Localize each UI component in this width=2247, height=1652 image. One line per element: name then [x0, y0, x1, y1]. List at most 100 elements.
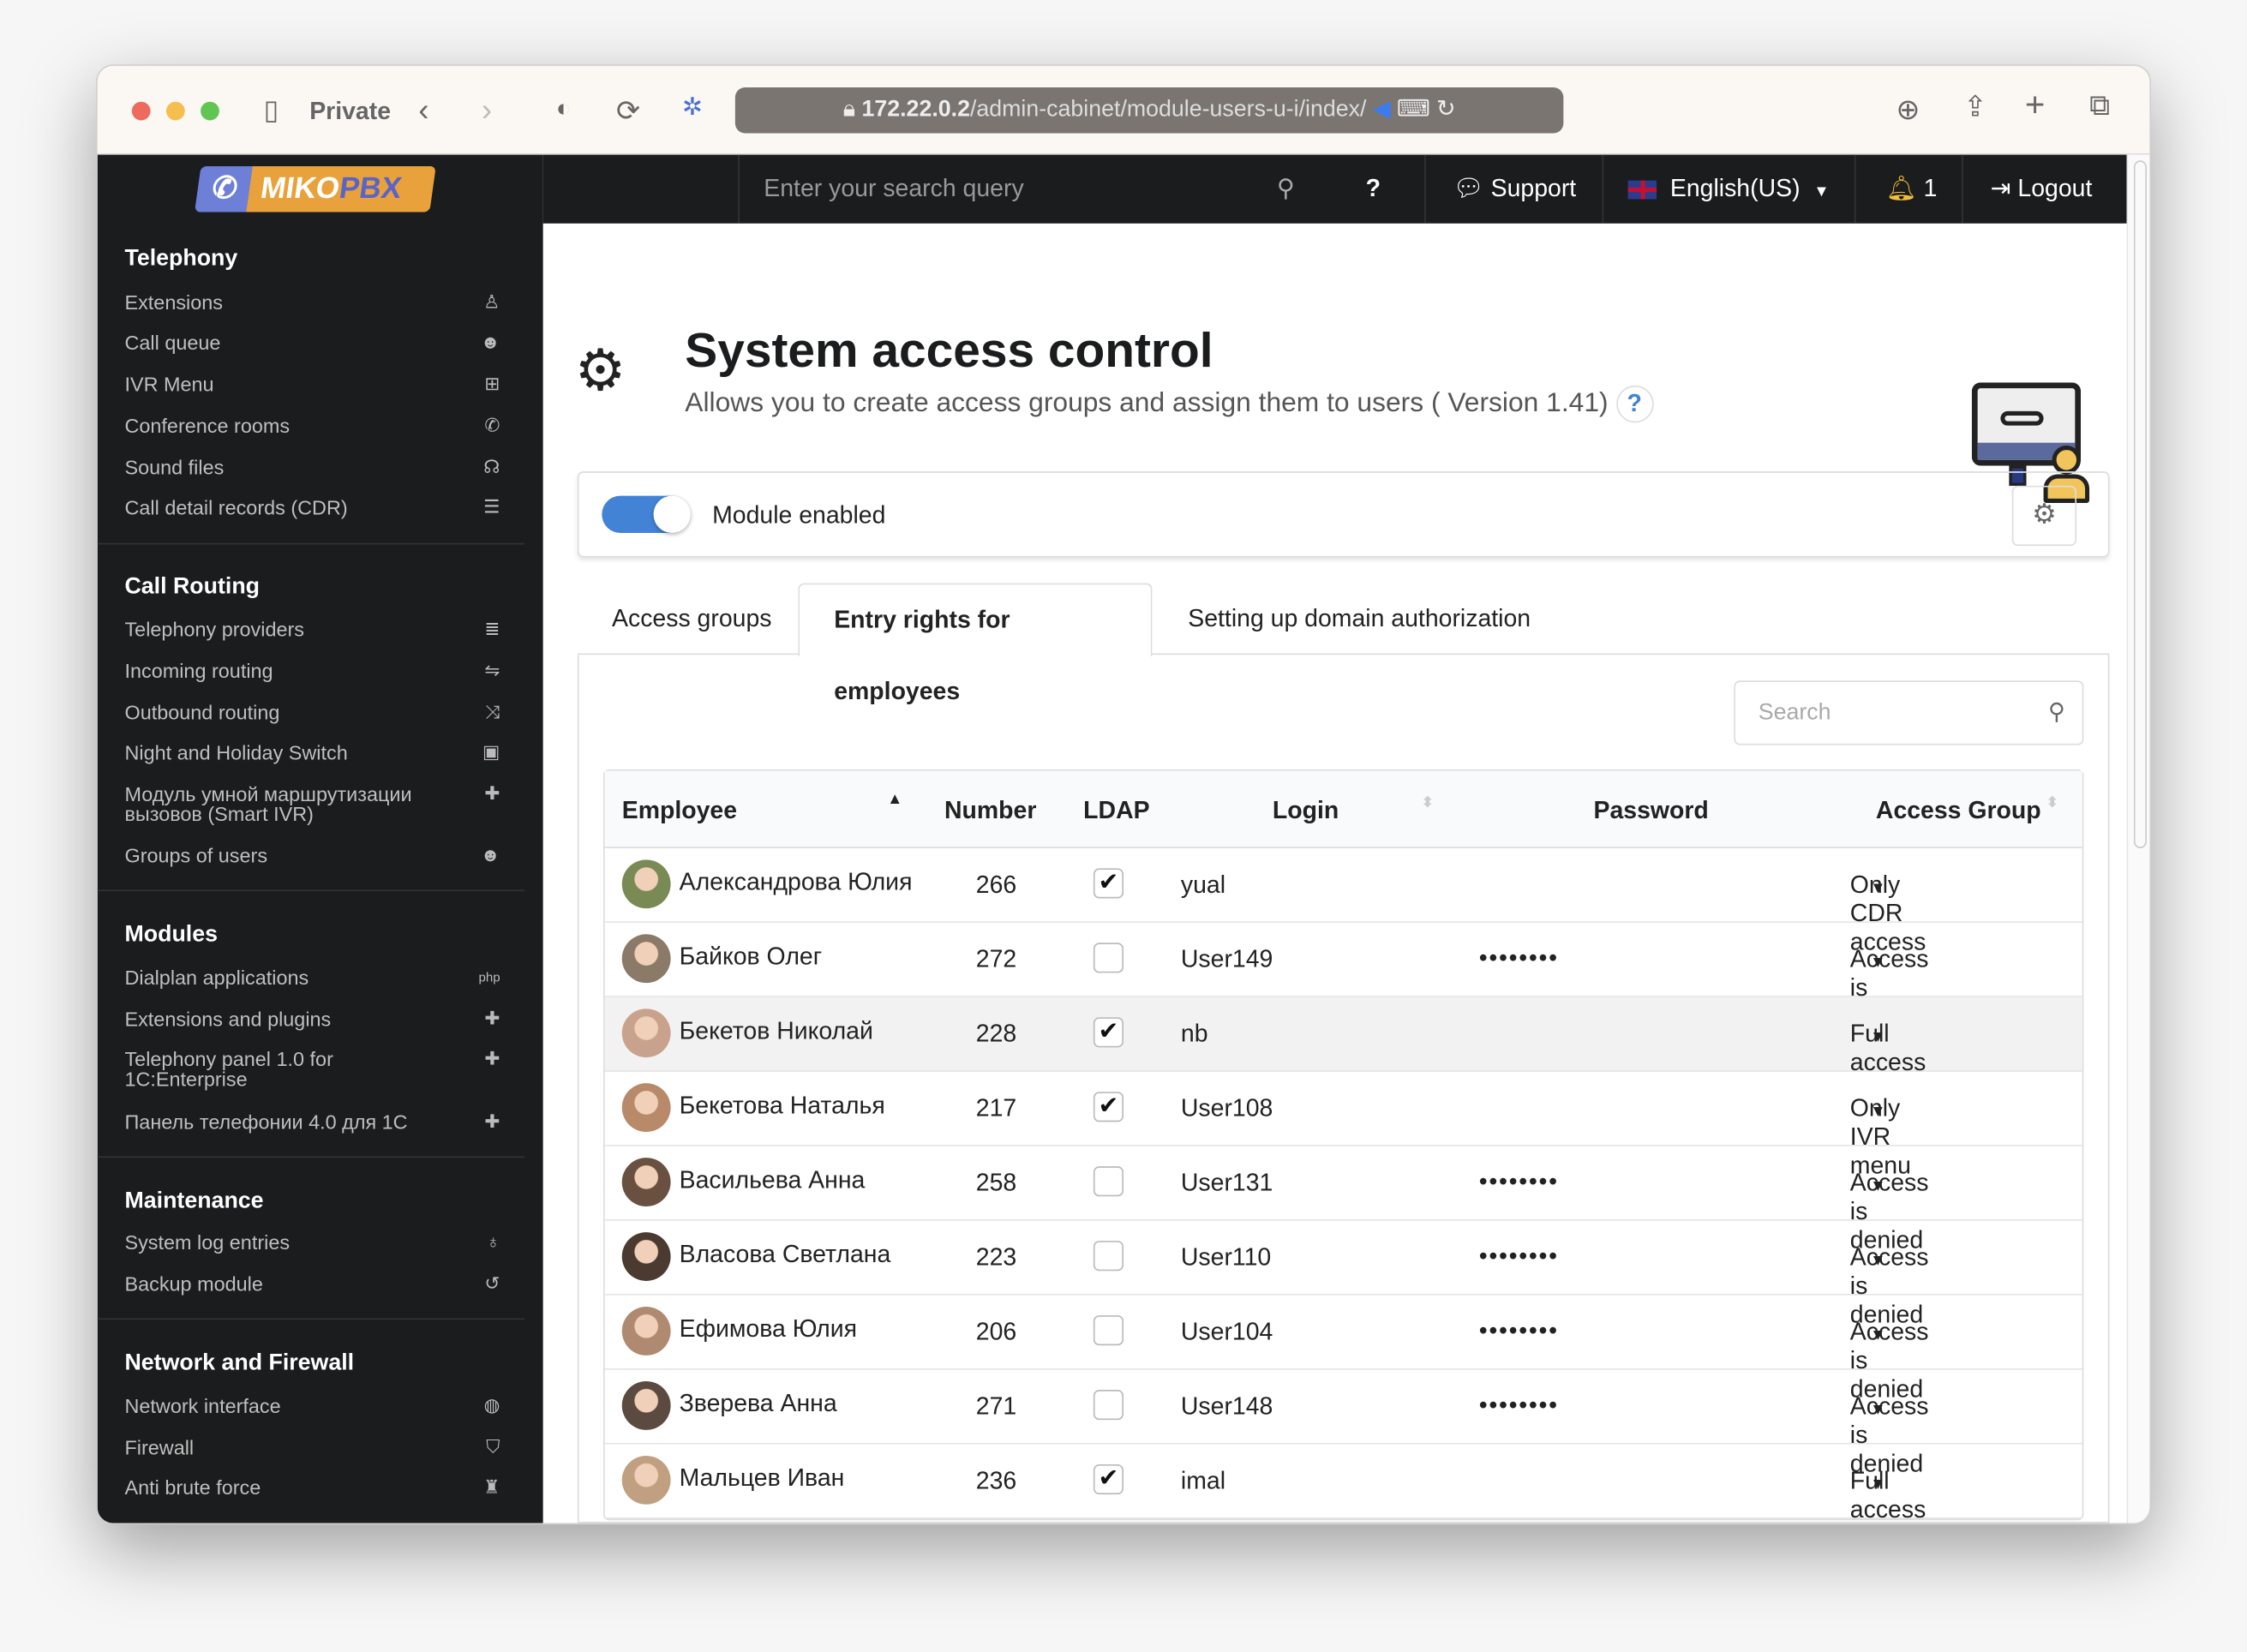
table-row[interactable]: Бекетова Наталья 217 ✔ User108 Only IVR menu…	[604, 1072, 2082, 1180]
translate-icon[interactable]: ⌨	[1397, 98, 1430, 122]
tabs-overview-icon[interactable]: ⧉	[2089, 90, 2110, 123]
refresh-icon[interactable]: ↻	[1436, 98, 1455, 122]
reload-timer-icon[interactable]: ⟳	[616, 93, 640, 129]
sidebar-item-telephony-providers[interactable]: Telephony providers ≣	[124, 619, 500, 639]
bug-icon[interactable]: ✲	[682, 93, 703, 122]
sidebar-item-conference-rooms[interactable]: Conference rooms ✆	[124, 415, 500, 435]
shield-icon[interactable]: ◐	[556, 94, 571, 123]
table-row[interactable]: Александрова Юлия 266 ✔ yual Only CDR access…	[604, 848, 2082, 956]
access-group-dropdown[interactable]: Full access ▼	[1850, 1467, 1926, 1523]
search-icon[interactable]: ⚲	[1277, 175, 1295, 203]
sort-icon[interactable]: ⬍	[1422, 795, 1434, 811]
extension-number: 271	[975, 1392, 1017, 1421]
logout-button[interactable]: ⇥ Logout	[1991, 175, 2093, 203]
ldap-checkbox[interactable]	[1093, 943, 1124, 973]
users-icon: ☻	[480, 331, 500, 353]
tab-access-groups[interactable]: Access groups	[578, 584, 806, 656]
ldap-checkbox[interactable]	[1093, 1315, 1124, 1346]
sidebar-item-outbound-routing[interactable]: Outbound routing ⤨	[124, 702, 500, 722]
sidebar-item-sound-files[interactable]: Sound files ☊	[124, 457, 500, 477]
sidebar-item-telephony-panel-1-0-for-1c-enterprise[interactable]: Telephony panel 1.0 for 1C:Enterprise ✚	[124, 1047, 500, 1091]
audio-icon[interactable]: ◀	[1373, 98, 1391, 122]
ldap-checkbox[interactable]: ✔	[1093, 1092, 1124, 1122]
sidebar-item-firewall[interactable]: Firewall ⛉	[124, 1436, 500, 1457]
table-search-input[interactable]: Search ⚲	[1734, 680, 2084, 745]
sidebar-item-ivr-menu[interactable]: IVR Menu ⊞	[124, 372, 500, 396]
access-group-dropdown[interactable]: Access is denied▼	[1850, 1392, 1929, 1477]
sidebar-item-night-and-holiday-switch[interactable]: Night and Holiday Switch ▣	[124, 741, 500, 762]
address-bar[interactable]: 🔒︎ 172.22.0.2/admin-cabinet/module-users…	[734, 87, 1564, 134]
language-dropdown[interactable]: English(US) ▼	[1627, 175, 1830, 203]
global-search-input[interactable]: Enter your search query	[764, 175, 1023, 203]
table-row[interactable]: Бекетов Николай 228 ✔ nb Full access ▼	[604, 997, 2082, 1076]
sidebar-item-groups-of-users[interactable]: Groups of users ☻	[124, 845, 500, 865]
help-icon[interactable]: ?	[1615, 385, 1653, 423]
sidebar-item-label: System log entries	[124, 1230, 291, 1254]
access-group-dropdown[interactable]: Access is denied▼	[1850, 1170, 1929, 1254]
mikopbx-logo[interactable]: ✆ MIKOPBX	[195, 165, 436, 212]
ldap-checkbox[interactable]	[1093, 1390, 1124, 1421]
access-group-dropdown[interactable]: Only CDR access ▼	[1850, 871, 1926, 956]
column-access-group[interactable]: Access Group	[1876, 797, 2041, 825]
column-number[interactable]: Number	[944, 797, 1036, 825]
module-settings-button[interactable]: ⚙︎	[2011, 485, 2077, 547]
back-icon[interactable]: ‹	[418, 92, 428, 129]
downloads-icon[interactable]: ⊕	[1896, 92, 1920, 128]
table-row[interactable]: Власова Светлана 223 User110 •••••••• Access…	[604, 1221, 2082, 1328]
sidebar-item-anti-brute-force[interactable]: Anti brute force ♜	[124, 1476, 500, 1497]
column-login[interactable]: Login	[1273, 797, 1339, 825]
cogs-icon: ⚙︎	[2032, 500, 2057, 530]
access-group-dropdown[interactable]: Access is denied▼	[1850, 1318, 1929, 1403]
sidebar-toggle-icon[interactable]: ▯	[264, 94, 279, 127]
column-employee[interactable]: Employee	[622, 797, 737, 825]
sidebar-item-incoming-routing[interactable]: Incoming routing ⇋	[124, 660, 500, 680]
notifications-button[interactable]: 🔔︎ 1	[1886, 175, 1938, 203]
tab-domain-authorization[interactable]: Setting up domain authorization	[1153, 584, 1565, 656]
sort-icon[interactable]: ⬍	[2046, 795, 2058, 811]
ldap-checkbox[interactable]	[1093, 1241, 1124, 1272]
access-group-dropdown[interactable]: Access is denied▼	[1850, 946, 1929, 1031]
minimize-window-button[interactable]	[165, 101, 185, 121]
sidebar-item-extensions[interactable]: Extensions ♙	[124, 290, 500, 314]
sidebar-item-call-queue[interactable]: Call queue ☻	[124, 332, 500, 352]
forward-icon[interactable]: ›	[482, 92, 492, 129]
close-window-button[interactable]	[131, 101, 151, 121]
sidebar-item-call-detail-records-cdr-[interactable]: Call detail records (CDR) ☰	[124, 495, 500, 519]
sidebar-item-backup-module[interactable]: Backup module ↺	[124, 1273, 500, 1294]
sidebar-item-system-log-entries[interactable]: System log entries ♁	[124, 1230, 500, 1254]
share-icon[interactable]: ⇪	[1963, 89, 1987, 125]
support-button[interactable]: 💬︎ Support	[1453, 175, 1577, 203]
sidebar-item-label: IVR Menu	[124, 372, 214, 396]
table-row[interactable]: Зверева Анна 271 User148 •••••••• Access is …	[604, 1370, 2082, 1477]
table-row[interactable]: Байков Олег 272 User149 •••••••• Access is d…	[604, 923, 2082, 1031]
extension-number: 258	[975, 1169, 1017, 1197]
ldap-checkbox[interactable]: ✔	[1093, 868, 1124, 899]
table-row[interactable]: Мальцев Иван 236 ✔ imal Full access ▼	[604, 1445, 2082, 1523]
logo-text-a: MIKO	[258, 171, 342, 206]
sort-ascending-icon[interactable]: ▲	[887, 791, 902, 808]
new-tab-icon[interactable]: +	[2025, 86, 2045, 126]
module-enabled-toggle[interactable]	[602, 495, 692, 534]
maximize-window-button[interactable]	[201, 101, 219, 121]
access-group-dropdown[interactable]: Access is denied▼	[1850, 1243, 1929, 1328]
tab-entry-rights[interactable]: Entry rights for employees	[798, 583, 1153, 705]
extension-number: 236	[975, 1467, 1017, 1495]
table-row[interactable]: Васильева Анна 258 User131 •••••••• Access i…	[604, 1146, 2082, 1254]
page-scrollbar[interactable]	[2126, 154, 2150, 1523]
comments-icon: 💬︎	[1453, 175, 1484, 202]
ldap-checkbox[interactable]: ✔	[1093, 1017, 1124, 1048]
sidebar-item-dialplan-applications[interactable]: Dialplan applications php	[124, 967, 500, 987]
sidebar-item-label: Extensions	[124, 290, 224, 314]
sidebar-item-network-interface[interactable]: Network interface ◍	[124, 1395, 500, 1416]
sidebar-item--smart-ivr-[interactable]: Модуль умной маршрутизации вызовов (Smar…	[124, 783, 500, 824]
ldap-checkbox[interactable]	[1093, 1166, 1124, 1197]
access-group-dropdown[interactable]: Full access ▼	[1850, 1021, 1926, 1076]
ldap-checkbox[interactable]: ✔	[1093, 1463, 1124, 1495]
table-row[interactable]: Ефимова Юлия 206 User104 •••••••• Access is …	[604, 1296, 2082, 1403]
help-button[interactable]: ?	[1366, 175, 1381, 203]
sidebar-item-label: Call detail records (CDR)	[124, 495, 348, 519]
sidebar-item--4-0-1-[interactable]: Панель телефонии 4.0 для 1С ✚	[124, 1111, 500, 1132]
sidebar-item-label: Telephony panel 1.0 for 1C:Enterprise	[124, 1047, 333, 1091]
sidebar-item-extensions-and-plugins[interactable]: Extensions and plugins ✚	[124, 1008, 500, 1028]
access-group-dropdown[interactable]: Only IVR menu ▼	[1850, 1095, 1911, 1180]
